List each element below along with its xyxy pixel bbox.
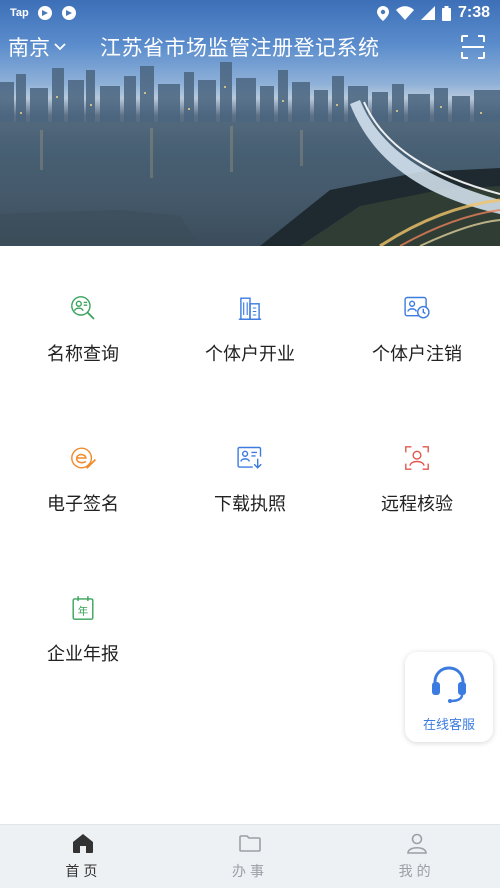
city-selector[interactable]: 南京 <box>0 32 67 62</box>
service-label: 电子签名 <box>47 494 119 515</box>
service-label: 名称查询 <box>47 344 119 365</box>
online-customer-service-button[interactable]: 在线客服 <box>405 652 493 742</box>
header-banner: Tap 7:38 南京 江苏省市场监管注册登记系统 <box>0 0 500 246</box>
annual-report-icon: 年 <box>72 596 94 620</box>
status-bar: Tap 7:38 <box>0 0 500 26</box>
service-download-license[interactable]: 下载执照 <box>167 396 333 516</box>
folder-icon <box>239 835 261 852</box>
svg-text:年: 年 <box>78 604 89 617</box>
tab-label: 我的 <box>398 864 435 880</box>
service-label: 个体户注销 <box>372 344 462 365</box>
service-label: 个体户开业 <box>205 344 295 365</box>
service-remote-verification[interactable]: 远程核验 <box>334 396 500 516</box>
carrier-label: Tap <box>10 7 29 19</box>
notification-icon <box>61 6 76 20</box>
signal-icon <box>420 6 435 20</box>
service-sole-proprietor-cancel[interactable]: 个体户注销 <box>334 246 500 366</box>
customer-service-label: 在线客服 <box>422 718 475 733</box>
user-icon <box>406 833 427 854</box>
city-label: 南京 <box>8 36 50 60</box>
service-label: 下载执照 <box>214 494 286 515</box>
tab-services[interactable]: 办事 <box>167 825 334 888</box>
e-signature-icon <box>71 447 96 469</box>
service-name-search[interactable]: 名称查询 <box>0 246 166 366</box>
tab-mine[interactable]: 我的 <box>333 825 500 888</box>
license-download-icon <box>237 446 262 469</box>
app-header: 南京 江苏省市场监管注册登记系统 <box>0 26 500 68</box>
service-annual-report[interactable]: 年 企业年报 <box>0 546 166 666</box>
bottom-tab-bar: 首页 办事 我的 <box>0 824 500 888</box>
user-cancel-icon <box>404 296 430 319</box>
tab-label: 办事 <box>232 864 268 880</box>
battery-icon <box>441 5 451 21</box>
scan-icon[interactable] <box>460 34 486 60</box>
service-e-signature[interactable]: 电子签名 <box>0 396 166 516</box>
service-label: 企业年报 <box>47 644 119 665</box>
building-icon <box>238 297 262 320</box>
service-label: 远程核验 <box>381 494 453 515</box>
tab-label: 首页 <box>65 864 102 880</box>
name-search-icon <box>71 296 95 320</box>
location-icon <box>376 5 389 21</box>
page-title: 江苏省市场监管注册登记系统 <box>100 36 380 60</box>
service-sole-proprietor-open[interactable]: 个体户开业 <box>167 246 333 366</box>
notification-icon <box>37 6 52 20</box>
wifi-icon <box>395 6 414 20</box>
face-scan-icon <box>405 446 429 470</box>
home-icon <box>73 834 94 853</box>
tab-home[interactable]: 首页 <box>0 825 167 888</box>
clock: 7:38 <box>457 4 490 21</box>
chevron-down-icon <box>54 43 66 51</box>
headset-icon <box>432 666 466 703</box>
